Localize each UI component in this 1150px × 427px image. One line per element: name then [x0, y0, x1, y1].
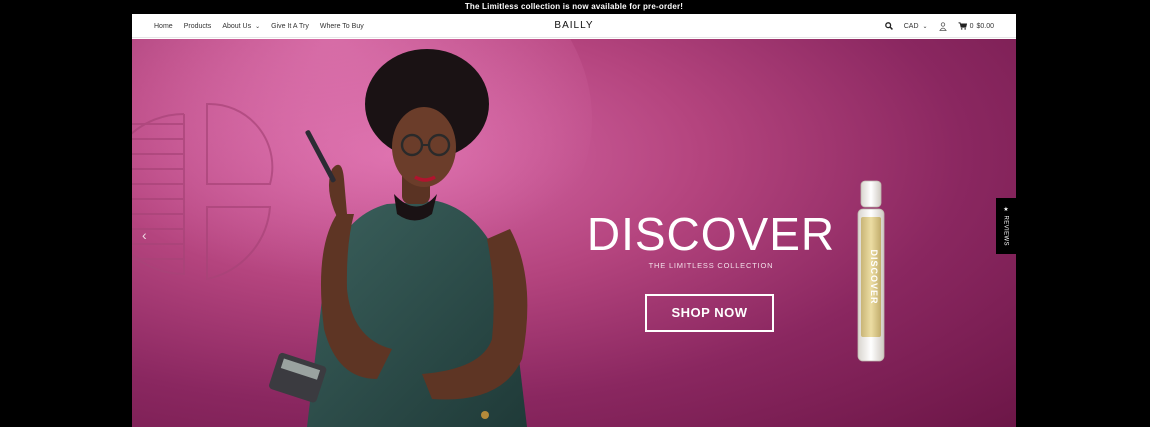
nav-about-us-label: About Us: [222, 22, 252, 30]
perfume-bottle-image: DISCOVER: [857, 180, 885, 362]
announcement-bar[interactable]: The Limitless collection is now availabl…: [132, 0, 1016, 14]
announcement-text[interactable]: The Limitless collection is now availabl…: [465, 2, 683, 11]
brand-logo[interactable]: BAILLY: [554, 20, 593, 31]
nav-about-us[interactable]: About Us ⌄: [222, 23, 260, 30]
main-nav: Home Products About Us ⌄ Give It A Try Wh…: [154, 14, 364, 38]
chevron-down-icon: ⌄: [922, 23, 928, 30]
nav-home[interactable]: Home: [154, 23, 173, 30]
utility-nav: CAD ⌄ 0 $0.00: [884, 14, 994, 38]
chevron-down-icon: ⌄: [255, 23, 261, 30]
nav-where-to-buy[interactable]: Where To Buy: [320, 23, 364, 30]
account-icon[interactable]: [938, 21, 947, 31]
carousel-prev-arrow[interactable]: ‹: [142, 227, 147, 243]
hero-banner: ‹ DISCOVER THE LIMITLESS COLLECTION SHOP…: [132, 39, 1016, 427]
hero-subheadline: THE LIMITLESS COLLECTION: [648, 261, 774, 270]
hero-headline: DISCOVER: [586, 208, 836, 260]
nav-give-it-a-try[interactable]: Give It A Try: [271, 23, 309, 30]
currency-label: CAD: [903, 22, 919, 30]
cart-count: 0: [969, 22, 974, 30]
header: Home Products About Us ⌄ Give It A Try Wh…: [132, 14, 1016, 38]
cart-icon: [958, 22, 967, 30]
cart-link[interactable]: 0 $0.00: [958, 22, 994, 30]
cart-total: $0.00: [976, 22, 994, 30]
search-icon[interactable]: [884, 22, 893, 30]
page: The Limitless collection is now availabl…: [132, 0, 1016, 427]
nav-products[interactable]: Products: [184, 23, 212, 30]
currency-selector[interactable]: CAD ⌄: [904, 23, 928, 30]
bottle-label-text: DISCOVER: [869, 249, 879, 304]
shop-now-button[interactable]: SHOP NOW: [645, 294, 774, 332]
reviews-tab[interactable]: ★ REVIEWS: [996, 198, 1016, 254]
